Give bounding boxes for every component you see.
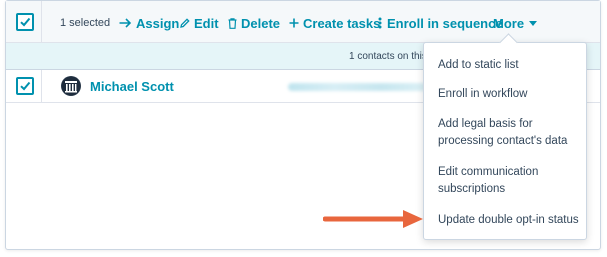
select-all-cell bbox=[6, 1, 42, 43]
enroll-in-sequence-button[interactable]: Enroll in sequence bbox=[377, 15, 503, 31]
menu-item-add-to-static-list[interactable]: Add to static list bbox=[438, 57, 580, 74]
company-logo-icon bbox=[61, 76, 81, 96]
plus-icon bbox=[289, 18, 299, 28]
redacted-email bbox=[288, 83, 428, 91]
create-tasks-label: Create tasks bbox=[303, 15, 381, 31]
selected-count: 1 selected bbox=[60, 17, 111, 29]
selection-info-text: 1 contacts on this bbox=[349, 51, 427, 62]
menu-item-enroll-in-workflow[interactable]: Enroll in workflow bbox=[438, 86, 580, 103]
edit-label: Edit bbox=[194, 15, 219, 31]
edit-button[interactable]: Edit bbox=[180, 15, 219, 31]
annotation-arrow-icon bbox=[323, 210, 423, 228]
delete-label: Delete bbox=[241, 15, 281, 31]
more-dropdown-button[interactable]: More bbox=[493, 15, 538, 31]
sequence-icon bbox=[377, 17, 383, 29]
contact-name-link[interactable]: Michael Scott bbox=[90, 79, 174, 94]
checkmark-icon bbox=[20, 81, 31, 91]
enroll-in-sequence-label: Enroll in sequence bbox=[387, 15, 503, 31]
assign-button[interactable]: Assign bbox=[119, 15, 179, 31]
trash-icon bbox=[228, 17, 237, 29]
pencil-icon bbox=[180, 18, 190, 28]
menu-item-add-legal-basis[interactable]: Add legal basis for processing contact's… bbox=[438, 116, 580, 150]
checkmark-icon bbox=[20, 17, 31, 27]
row-select-cell bbox=[6, 70, 42, 103]
create-tasks-button[interactable]: Create tasks bbox=[289, 15, 380, 31]
menu-item-update-double-opt-in-status[interactable]: Update double opt-in status bbox=[438, 212, 580, 229]
select-all-checkbox[interactable] bbox=[16, 13, 34, 31]
assign-label: Assign bbox=[136, 15, 180, 31]
delete-button[interactable]: Delete bbox=[228, 15, 280, 31]
caret-down-icon bbox=[529, 20, 538, 26]
row-checkbox[interactable] bbox=[16, 77, 34, 95]
more-dropdown-menu: Add to static list Enroll in workflow Ad… bbox=[423, 42, 587, 240]
arrow-right-icon bbox=[119, 18, 132, 28]
more-label: More bbox=[493, 15, 525, 31]
menu-item-edit-communication-subscriptions[interactable]: Edit communication subscriptions bbox=[438, 164, 580, 198]
